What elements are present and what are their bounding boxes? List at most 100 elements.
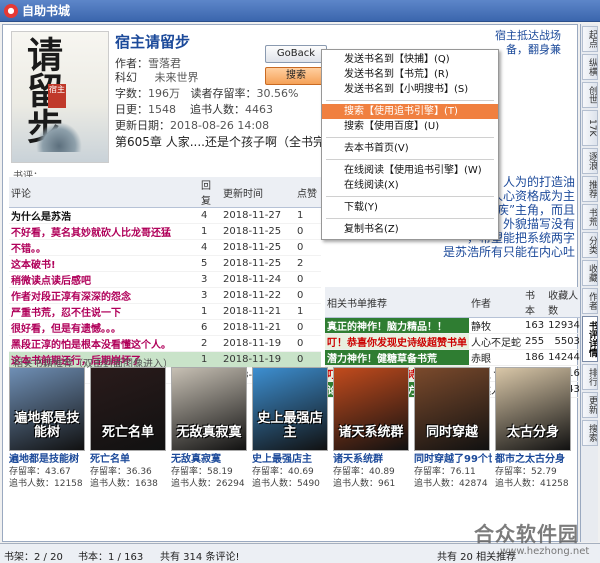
latest-chapter[interactable]: 第605章 人家....还是个孩子啊（全书完） [115, 133, 337, 150]
side-tab[interactable]: 更新 [582, 392, 598, 418]
booklist-name: 叮！恭喜你发现史诗级超赞书单 [325, 333, 469, 350]
col-likes[interactable]: 点赞 [295, 177, 321, 208]
menu-item[interactable]: 发送书名到【快捕】(Q) [322, 52, 498, 67]
comment-row[interactable]: 黑段正淳的怕是根本没看懂这个人。 2 2018-11-19 0 [9, 335, 321, 352]
app-logo-icon: ● [4, 3, 18, 18]
booklist-row[interactable]: 潜力神作！健糖草备书荒 赤眼 186 142442 [325, 349, 589, 366]
comment-c: 作者对段正淳有深深的怨念 [9, 287, 199, 304]
book-name[interactable]: 都市之太古分身 [495, 453, 573, 466]
side-tab[interactable]: 书荒 [582, 204, 598, 230]
book-name[interactable]: 史上最强店主 [252, 453, 330, 466]
comment-p: 0 [295, 271, 321, 288]
book-name[interactable]: 死亡名单 [90, 453, 168, 466]
comment-p: 2 [295, 255, 321, 272]
book-cover[interactable]: 请留步 宿主 [11, 31, 109, 163]
related-book[interactable]: 同时穿越同时穿越了99个世界存留率：76.11 追书人数：42874 [414, 367, 492, 517]
comment-c: 不好看，莫名其妙就砍人比龙哥还猛 [9, 223, 199, 240]
col-time[interactable]: 更新时间 [221, 177, 295, 208]
book-cover-thumb[interactable]: 太古分身 [495, 367, 571, 451]
menu-item[interactable]: 去本书首页(V) [322, 141, 498, 156]
col-booklist[interactable]: 相关书单推荐 [325, 287, 469, 318]
side-tab[interactable]: 推荐 [582, 176, 598, 202]
comment-p: 0 [295, 319, 321, 336]
related-book[interactable]: 史上最强店主 史上最强店主 存留率：40.69 追书人数：5490 [252, 367, 330, 517]
side-tab[interactable]: 收藏 [582, 260, 598, 286]
comment-row[interactable]: 不好看，莫名其妙就砍人比龙哥还猛 1 2018-11-25 0 [9, 223, 321, 240]
related-book[interactable]: 遍地都是技能树 遍地都是技能树 存留率：43.67 追书人数：12158 [9, 367, 87, 517]
menu-item[interactable]: 在线阅读(X) [322, 178, 498, 193]
comment-row[interactable]: 为什么是苏浩 4 2018-11-27 1 [9, 207, 321, 224]
book-save-rate: 存留率：40.69 [252, 467, 314, 477]
watermark-text: 合众软件园 [474, 522, 579, 546]
comment-row[interactable]: 很好看，但是有遗憾。。。 6 2018-11-21 0 [9, 319, 321, 336]
goback-button[interactable]: GoBack [265, 45, 327, 63]
side-tab[interactable]: 分类 [582, 232, 598, 258]
menu-item[interactable]: 复制书名(Z) [322, 222, 498, 237]
menu-item[interactable]: 在线阅读【使用追书引擎】(W) [322, 163, 498, 178]
watermark-logo: 合众软件园 www.hezhong.net [470, 516, 598, 562]
book-cover-thumb[interactable]: 同时穿越 [414, 367, 490, 451]
comment-c: 很好看，但是有遗憾。。。 [9, 319, 199, 336]
book-cover-thumb[interactable]: 诸天系统群 [333, 367, 409, 451]
book-title: 宿主请留步 [115, 33, 191, 51]
comment-row[interactable]: 不错。。 4 2018-11-25 0 [9, 239, 321, 256]
col-comment[interactable]: 评论 [9, 177, 199, 208]
comment-c: 为什么是苏浩 [9, 207, 199, 224]
menu-item[interactable]: 下载(Y) [322, 200, 498, 215]
comment-t: 2018-11-24 [221, 271, 295, 288]
comment-row[interactable]: 稍微读点读后感吧 3 2018-11-24 0 [9, 271, 321, 288]
book-cover-thumb[interactable]: 死亡名单 [90, 367, 166, 451]
comment-p: 0 [295, 223, 321, 240]
book-name[interactable]: 诸天系统群 [333, 453, 411, 466]
comment-n: 4 [199, 239, 221, 256]
side-tab[interactable]: 起点 [582, 26, 598, 52]
col-author[interactable]: 作者 [469, 287, 523, 318]
menu-item[interactable]: 发送书名到【书荒】(R) [322, 67, 498, 82]
status-total: 共有 314 条评论! [160, 552, 240, 563]
comment-t: 2018-11-27 [221, 207, 295, 224]
comment-p: 1 [295, 303, 321, 320]
cover-title: 诸天系统群 [338, 425, 404, 440]
book-cover-thumb[interactable]: 史上最强店主 [252, 367, 328, 451]
comment-row[interactable]: 作者对段正淳有深深的怨念 3 2018-11-22 0 [9, 287, 321, 304]
side-tab[interactable]: 逐浪 [582, 148, 598, 174]
search-button[interactable]: 搜索 [265, 67, 327, 85]
comment-row[interactable]: 严重书荒，忍不住说一下 1 2018-11-21 1 [9, 303, 321, 320]
book-save-rate: 存留率：58.19 [171, 467, 233, 477]
side-tab[interactable]: 排行 [582, 364, 598, 390]
book-name[interactable]: 同时穿越了99个世界 [414, 453, 492, 466]
side-tab[interactable]: 创世 [582, 82, 598, 108]
book-cover-thumb[interactable]: 遍地都是技能树 [9, 367, 85, 451]
comment-n: 5 [199, 255, 221, 272]
comment-t: 2018-11-21 [221, 319, 295, 336]
comment-t: 2018-11-19 [221, 351, 295, 368]
cover-title: 同时穿越 [425, 425, 478, 440]
cover-title: 太古分身 [506, 425, 559, 440]
comment-row[interactable]: 这本破书! 5 2018-11-25 2 [9, 255, 321, 272]
related-book[interactable]: 太古分身 都市之太古分身 存留率：52.79 追书人数：41258 [495, 367, 573, 517]
booklist-row[interactable]: 真正的神作！脑力精品！！ 静牧 163 129348 [325, 317, 589, 334]
related-book[interactable]: 死亡名单 死亡名单 存留率：36.36 追书人数：1638 [90, 367, 168, 517]
comment-c: 稍微读点读后感吧 [9, 271, 199, 288]
book-save-rate: 存留率：76.11 [414, 467, 476, 477]
side-tab[interactable]: 书评详情 [582, 316, 598, 362]
side-tab[interactable]: 搜索 [582, 420, 598, 446]
book-name[interactable]: 遍地都是技能树 [9, 453, 87, 466]
side-tab[interactable]: 纵横 [582, 54, 598, 80]
comment-n: 6 [199, 319, 221, 336]
comment-n: 3 [199, 287, 221, 304]
side-tab[interactable]: 作者 [582, 288, 598, 314]
side-tab[interactable]: 17K [582, 110, 598, 146]
menu-item[interactable]: 搜索【使用追书引擎】(T) [322, 104, 498, 119]
booklist-books: 186 [523, 349, 547, 366]
related-book[interactable]: 无敌真寂寞 无敌真寂寞 存留率：58.19 追书人数：26294 [171, 367, 249, 517]
col-books[interactable]: 书本 [523, 287, 547, 318]
related-book[interactable]: 诸天系统群 诸天系统群 存留率：40.89 追书人数：961 [333, 367, 411, 517]
book-cover-thumb[interactable]: 无敌真寂寞 [171, 367, 247, 451]
book-name[interactable]: 无敌真寂寞 [171, 453, 249, 466]
menu-item[interactable]: 搜索【使用百度】(U) [322, 119, 498, 134]
booklist-row[interactable]: 叮！恭喜你发现史诗级超赞书单 人心不足蛇 255 55036 [325, 333, 589, 350]
menu-item[interactable]: 发送书名到【小明搜书】(S) [322, 82, 498, 97]
window-title: 自助书城 [22, 4, 71, 18]
col-replies[interactable]: 回复 [199, 177, 221, 208]
